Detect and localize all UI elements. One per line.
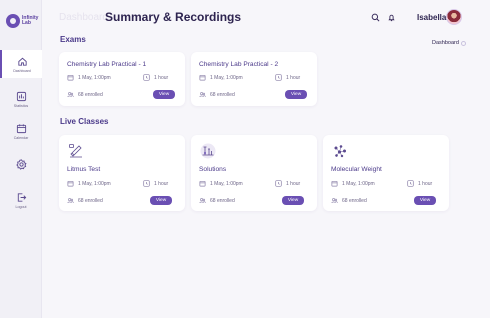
flask-icon bbox=[200, 143, 216, 159]
exam-title: Chemistry Lab Practical - 1 bbox=[67, 61, 147, 68]
breadcrumb[interactable]: Dashboard bbox=[59, 12, 108, 23]
calendar-icon bbox=[67, 180, 74, 187]
exam-date: 1 May, 1:00pm bbox=[67, 74, 111, 81]
calendar-icon bbox=[199, 180, 206, 187]
exam-enrolled-text: 68 enrolled bbox=[78, 91, 103, 98]
exam-enrolled: 68 enrolled bbox=[67, 91, 103, 98]
exam-date-text: 1 May, 1:00pm bbox=[210, 74, 243, 81]
class-duration: 1 hour bbox=[143, 180, 168, 187]
class-date: 1 May, 1:00pm bbox=[199, 180, 243, 187]
clock-icon bbox=[407, 180, 414, 187]
logout-icon bbox=[17, 192, 26, 202]
sidebar: Infinity Lab Dashboard Statistics Calend… bbox=[0, 0, 42, 318]
exam-duration: 1 hour bbox=[275, 74, 300, 81]
chart-icon bbox=[16, 91, 26, 101]
clock-icon bbox=[143, 180, 150, 187]
class-enrolled: 68 enrolled bbox=[67, 197, 103, 204]
sidebar-item-settings[interactable] bbox=[0, 150, 42, 178]
sidebar-item-label: Statistics bbox=[13, 103, 29, 108]
clock-icon bbox=[275, 180, 282, 187]
calendar-icon bbox=[331, 180, 338, 187]
sidebar-item-statistics[interactable]: Statistics bbox=[0, 85, 42, 113]
class-date-text: 1 May, 1:00pm bbox=[78, 180, 111, 187]
class-title: Molecular Weight bbox=[331, 166, 382, 173]
litmus-test-icon bbox=[69, 144, 82, 158]
class-duration: 1 hour bbox=[407, 180, 432, 187]
class-duration-text: 1 hour bbox=[154, 180, 169, 187]
class-enrolled-text: 68 enrolled bbox=[78, 197, 103, 204]
users-icon bbox=[67, 92, 74, 98]
users-icon bbox=[67, 198, 74, 204]
clock-icon bbox=[275, 74, 282, 81]
exam-duration: 1 hour bbox=[143, 74, 168, 81]
exam-enrolled-text: 68 enrolled bbox=[210, 91, 235, 98]
sidebar-item-dashboard[interactable]: Dashboard bbox=[0, 50, 42, 78]
main-content: Dashboard Summary & Recordings Isabella … bbox=[42, 0, 490, 318]
class-duration: 1 hour bbox=[275, 180, 300, 187]
dashboard-link[interactable]: Dashboard bbox=[432, 40, 466, 46]
users-icon bbox=[199, 198, 206, 204]
users-icon bbox=[331, 198, 338, 204]
class-card[interactable]: Litmus Test 1 May, 1:00pm 1 hour 68 enro… bbox=[59, 135, 185, 211]
class-date: 1 May, 1:00pm bbox=[67, 180, 111, 187]
home-icon bbox=[17, 57, 27, 66]
user-name[interactable]: Isabella bbox=[417, 13, 446, 22]
class-date-text: 1 May, 1:00pm bbox=[210, 180, 243, 187]
class-enrolled: 68 enrolled bbox=[199, 197, 235, 204]
bell-icon[interactable] bbox=[387, 13, 396, 22]
sidebar-item-label: Dashboard bbox=[13, 68, 31, 73]
class-title: Solutions bbox=[199, 166, 227, 173]
view-button[interactable]: View bbox=[282, 196, 304, 205]
view-button[interactable]: View bbox=[150, 196, 172, 205]
class-title: Litmus Test bbox=[67, 166, 101, 173]
live-classes-section-title: Live Classes bbox=[60, 117, 109, 126]
class-enrolled: 68 enrolled bbox=[331, 197, 367, 204]
view-button[interactable]: View bbox=[414, 196, 436, 205]
gear-icon bbox=[15, 158, 27, 170]
logo-icon bbox=[6, 14, 20, 28]
dashboard-link-label: Dashboard bbox=[432, 40, 459, 46]
class-duration-text: 1 hour bbox=[286, 180, 301, 187]
brand-logo: Infinity Lab bbox=[6, 14, 40, 28]
class-enrolled-text: 68 enrolled bbox=[342, 197, 367, 204]
clock-icon bbox=[143, 74, 150, 81]
exam-date-text: 1 May, 1:00pm bbox=[78, 74, 111, 81]
class-card[interactable]: Molecular Weight 1 May, 1:00pm 1 hour 68… bbox=[323, 135, 449, 211]
class-card[interactable]: Solutions 1 May, 1:00pm 1 hour 68 enroll… bbox=[191, 135, 317, 211]
class-enrolled-text: 68 enrolled bbox=[210, 197, 235, 204]
exams-section-title: Exams bbox=[60, 35, 86, 44]
molecule-icon bbox=[334, 145, 347, 158]
calendar-icon bbox=[16, 123, 26, 133]
page-title: Summary & Recordings bbox=[105, 10, 242, 24]
refresh-icon bbox=[460, 40, 466, 46]
class-date: 1 May, 1:00pm bbox=[331, 180, 375, 187]
exam-duration-text: 1 hour bbox=[286, 74, 301, 81]
exam-card[interactable]: Chemistry Lab Practical - 2 1 May, 1:00p… bbox=[191, 52, 317, 106]
view-button[interactable]: View bbox=[153, 90, 175, 99]
class-date-text: 1 May, 1:00pm bbox=[342, 180, 375, 187]
sidebar-item-label: Calendar bbox=[13, 135, 29, 140]
brand-name: Infinity Lab bbox=[22, 14, 39, 26]
exam-enrolled: 68 enrolled bbox=[199, 91, 235, 98]
exam-date: 1 May, 1:00pm bbox=[199, 74, 243, 81]
class-duration-text: 1 hour bbox=[418, 180, 433, 187]
exam-duration-text: 1 hour bbox=[154, 74, 169, 81]
calendar-icon bbox=[67, 74, 74, 81]
calendar-icon bbox=[199, 74, 206, 81]
avatar[interactable] bbox=[446, 9, 462, 25]
users-icon bbox=[199, 92, 206, 98]
exam-title: Chemistry Lab Practical - 2 bbox=[199, 61, 279, 68]
view-button[interactable]: View bbox=[285, 90, 307, 99]
search-icon[interactable] bbox=[371, 13, 380, 22]
exam-card[interactable]: Chemistry Lab Practical - 1 1 May, 1:00p… bbox=[59, 52, 185, 106]
sidebar-item-calendar[interactable]: Calendar bbox=[0, 117, 42, 145]
sidebar-item-label: Logout bbox=[15, 204, 27, 209]
sidebar-item-logout[interactable]: Logout bbox=[0, 186, 42, 214]
